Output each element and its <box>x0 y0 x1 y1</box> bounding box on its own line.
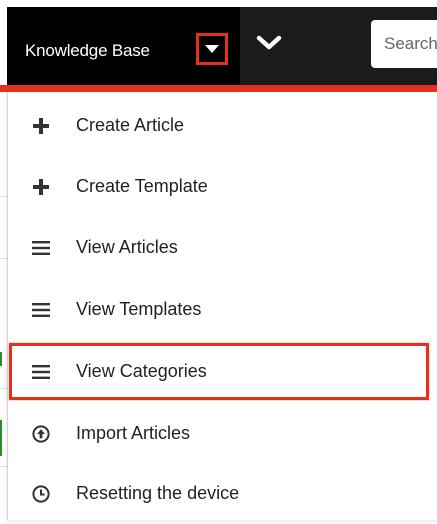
menu-item-view-articles[interactable]: View Articles <box>8 217 437 278</box>
list-icon <box>30 237 52 259</box>
search-input[interactable] <box>371 20 437 68</box>
top-navigation-bar: Knowledge Base <box>0 0 437 85</box>
chevron-down-icon[interactable] <box>256 34 282 52</box>
background-indicator <box>0 352 2 366</box>
menu-item-import-articles[interactable]: Import Articles <box>8 403 437 464</box>
menu-item-label: View Templates <box>76 299 202 319</box>
active-module-indicator <box>0 85 437 92</box>
menu-item-create-article[interactable]: Create Article <box>8 95 437 156</box>
module-tab-label[interactable]: Knowledge Base <box>25 41 150 61</box>
module-menu-toggle-button[interactable] <box>196 33 228 65</box>
highlight-box <box>9 343 429 400</box>
global-search-box[interactable] <box>371 20 437 68</box>
menu-item-label: Import Articles <box>76 423 191 443</box>
background-divider <box>0 388 7 389</box>
menu-item-create-template[interactable]: Create Template <box>8 156 437 217</box>
background-divider <box>0 258 7 259</box>
background-divider <box>0 196 7 197</box>
plus-icon <box>30 176 52 198</box>
menu-item-resetting-the-device[interactable]: Resetting the device <box>8 463 437 524</box>
module-dropdown-menu: Create Article Create Template View Arti… <box>7 92 437 520</box>
menu-item-label: Create Article <box>76 115 185 135</box>
module-tab-knowledge-base[interactable]: Knowledge Base <box>7 7 240 85</box>
menu-item-view-templates[interactable]: View Templates <box>8 279 437 340</box>
clock-icon <box>30 483 52 505</box>
plus-icon <box>30 115 52 137</box>
upload-circle-icon <box>30 423 52 445</box>
background-indicator <box>0 420 2 456</box>
menu-item-label: Resetting the device <box>76 483 240 503</box>
list-icon <box>30 299 52 321</box>
caret-down-icon <box>205 45 219 53</box>
menu-item-label: View Articles <box>76 237 178 257</box>
background-divider <box>0 466 7 467</box>
menu-item-label: Create Template <box>76 176 208 196</box>
